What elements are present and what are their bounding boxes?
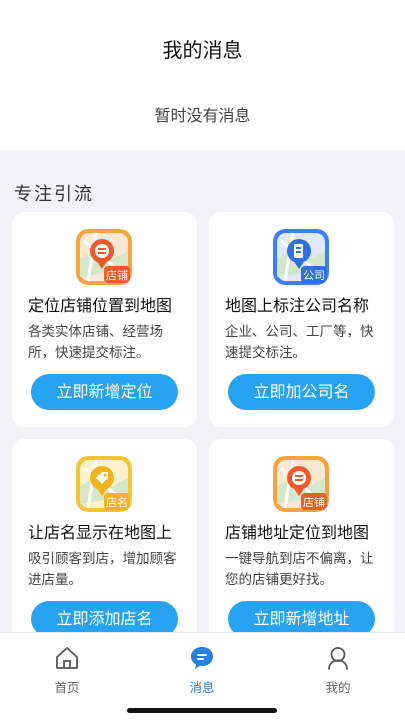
add-location-button[interactable]: 立即新增定位 bbox=[31, 374, 178, 410]
card-title: 定位店铺位置到地图 bbox=[28, 296, 173, 315]
svg-text:店铺: 店铺 bbox=[106, 268, 128, 282]
card-description: 一键导航到店不偏离，让您的店铺更好找。 bbox=[225, 551, 374, 588]
promo-card-shop-location[interactable]: 店铺 定位店铺位置到地图 各类实体店铺、经营场所，快速提交标注。 立即新增定位 bbox=[12, 212, 197, 427]
card-title: 店铺地址定位到地图 bbox=[225, 523, 370, 542]
card-description: 吸引顾客到店，增加顾客进店量。 bbox=[28, 551, 177, 588]
tab-label: 消息 bbox=[189, 680, 215, 695]
shop-address-pin-icon: 店铺 bbox=[273, 456, 329, 512]
svg-text:店名: 店名 bbox=[106, 495, 128, 509]
card-description: 企业、公司、工厂等，快速提交标注。 bbox=[225, 324, 374, 361]
tab-profile[interactable]: 我的 bbox=[298, 645, 378, 696]
company-building-icon: 公司 bbox=[273, 229, 329, 285]
svg-text:公司: 公司 bbox=[303, 269, 325, 282]
card-description: 各类实体店铺、经营场所，快速提交标注。 bbox=[28, 324, 163, 361]
empty-message-text: 暂时没有消息 bbox=[154, 106, 251, 125]
messages-page: 我的消息 暂时没有消息 专注引流 店铺 定位店铺位置到地图 各类实体店铺、经营场… bbox=[0, 0, 405, 720]
home-indicator bbox=[127, 708, 277, 713]
tab-label: 首页 bbox=[54, 680, 80, 695]
tab-messages[interactable]: 消息 bbox=[162, 645, 242, 696]
tab-home[interactable]: 首页 bbox=[27, 645, 107, 696]
promo-card-company-name[interactable]: 公司 地图上标注公司名称 企业、公司、工厂等，快速提交标注。 立即加公司名 bbox=[209, 212, 394, 427]
section-title: 专注引流 bbox=[14, 184, 94, 205]
profile-icon bbox=[328, 647, 348, 670]
message-icon bbox=[191, 647, 213, 669]
card-title: 地图上标注公司名称 bbox=[225, 296, 370, 315]
promo-card-shop-name[interactable]: 店名 让店名显示在地图上 吸引顾客到店，增加顾客进店量。 立即添加店名 bbox=[12, 439, 197, 654]
promo-card-shop-address[interactable]: 店铺 店铺地址定位到地图 一键导航到店不偏离，让您的店铺更好找。 立即新增地址 bbox=[209, 439, 394, 654]
card-title: 让店名显示在地图上 bbox=[28, 523, 173, 542]
shop-pin-icon: 店铺 bbox=[76, 229, 132, 285]
home-icon bbox=[56, 647, 78, 669]
page-title: 我的消息 bbox=[162, 38, 243, 62]
add-company-name-button[interactable]: 立即加公司名 bbox=[228, 374, 375, 410]
header: 我的消息 暂时没有消息 bbox=[0, 0, 405, 150]
tab-label: 我的 bbox=[325, 680, 351, 695]
bottom-tab-bar: 首页 消息 我的 bbox=[0, 632, 405, 720]
svg-text:店铺: 店铺 bbox=[303, 495, 325, 509]
shop-name-tag-icon: 店名 bbox=[76, 456, 132, 512]
